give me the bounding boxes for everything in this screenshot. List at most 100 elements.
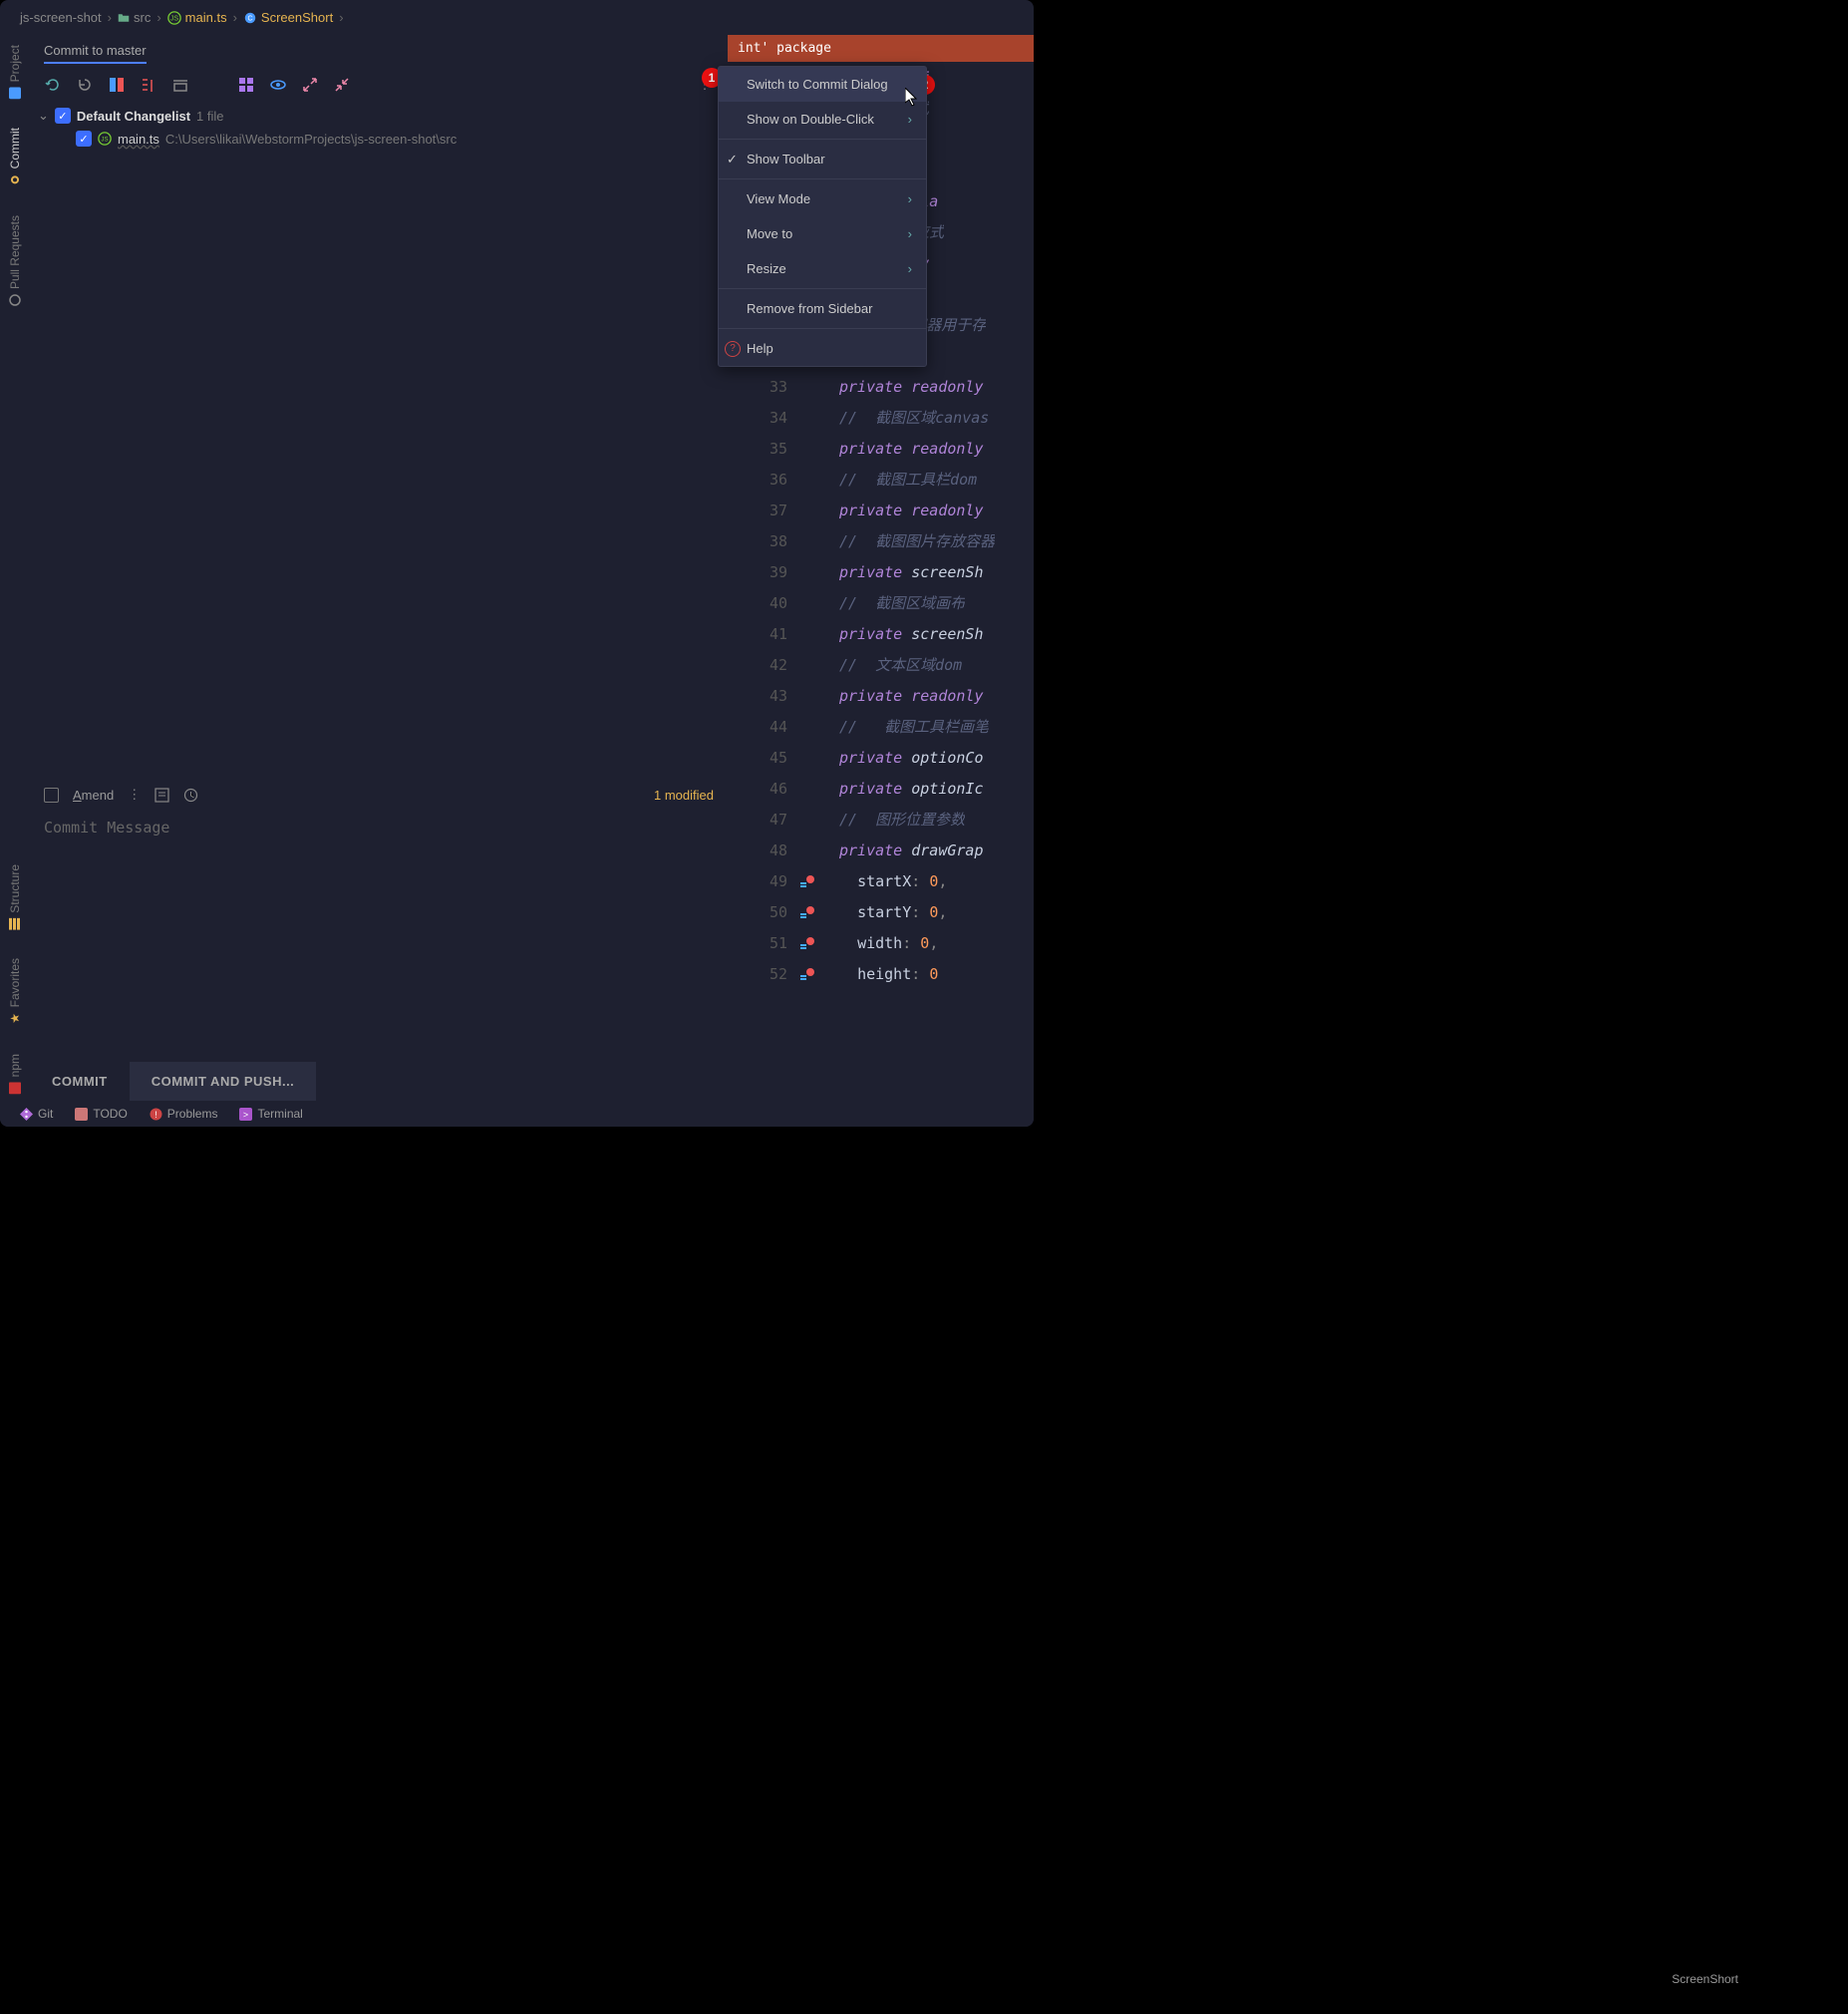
rail-commit[interactable]: Commit xyxy=(8,122,22,192)
code-line[interactable]: 49 startX: 0, xyxy=(728,865,1034,896)
code-line[interactable]: 44// 截图工具栏画笔 xyxy=(728,711,1034,742)
more-icon[interactable]: ⋮ xyxy=(128,787,141,803)
code-line[interactable]: 48private drawGrap xyxy=(728,835,1034,865)
code-text: private drawGrap xyxy=(821,841,984,859)
commit-button[interactable]: COMMIT xyxy=(30,1062,130,1101)
rail-structure[interactable]: Structure xyxy=(8,858,22,937)
gutter-icon xyxy=(797,936,817,950)
context-menu: Switch to Commit DialogShow on Double-Cl… xyxy=(718,66,927,367)
line-number: 35 xyxy=(728,440,797,458)
status-git[interactable]: Git xyxy=(20,1107,53,1121)
rail-pull-requests[interactable]: Pull Requests xyxy=(8,209,22,313)
git-icon xyxy=(20,1108,33,1121)
menu-item[interactable]: ✓Show Toolbar xyxy=(719,142,926,176)
chevron-down-icon[interactable]: ⌄ xyxy=(38,108,49,124)
menu-item[interactable]: Show on Double-Click› xyxy=(719,102,926,137)
rail-npm[interactable]: npm xyxy=(8,1048,22,1101)
code-line[interactable]: 40// 截图区域画布 xyxy=(728,587,1034,618)
status-problems[interactable]: ! Problems xyxy=(150,1107,218,1121)
expand-icon[interactable] xyxy=(301,76,319,94)
amend-checkbox[interactable] xyxy=(44,788,59,803)
refresh-icon[interactable] xyxy=(44,76,62,94)
history-icon[interactable] xyxy=(154,788,169,803)
code-line[interactable]: 37 private readonly xyxy=(728,495,1034,525)
menu-item-label: Show on Double-Click xyxy=(747,112,874,127)
help-icon: ? xyxy=(725,341,741,357)
code-line[interactable]: 45private optionCo xyxy=(728,742,1034,773)
menu-item[interactable]: View Mode› xyxy=(719,181,926,216)
breadcrumb-folder[interactable]: src xyxy=(118,10,151,25)
commit-icon xyxy=(8,173,22,187)
chevron-right-icon: › xyxy=(108,10,112,25)
menu-item-label: Resize xyxy=(747,261,786,276)
line-number: 33 xyxy=(728,378,797,396)
clock-icon[interactable] xyxy=(183,788,198,803)
gutter-icon xyxy=(797,967,817,981)
code-line[interactable]: 47// 图形位置参数 xyxy=(728,804,1034,835)
menu-item-label: View Mode xyxy=(747,191,810,206)
change-file-item[interactable]: ✓ JS main.ts C:\Users\likai\WebstormProj… xyxy=(38,128,720,150)
eye-icon[interactable] xyxy=(269,76,287,94)
code-text: // 截图区域canvas xyxy=(821,407,989,428)
menu-item[interactable]: ?Help xyxy=(719,331,926,366)
line-number: 49 xyxy=(728,872,797,890)
code-line[interactable]: 38// 截图图片存放容器 xyxy=(728,525,1034,556)
code-text: width: 0, xyxy=(821,934,938,952)
code-text: // 截图图片存放容器 xyxy=(821,530,995,551)
amend-label[interactable]: Amend xyxy=(73,788,114,803)
code-line[interactable]: 33private readonly xyxy=(728,371,1034,402)
line-number: 34 xyxy=(728,409,797,427)
checkbox-icon[interactable]: ✓ xyxy=(76,131,92,147)
rail-project[interactable]: Project xyxy=(8,39,22,106)
code-line[interactable]: 46private optionIc xyxy=(728,773,1034,804)
changelist: ⌄ ✓ Default Changelist 1 file ✓ JS main.… xyxy=(30,100,728,777)
menu-item[interactable]: Move to› xyxy=(719,216,926,251)
rollback-icon[interactable] xyxy=(76,76,94,94)
status-todo[interactable]: TODO xyxy=(75,1107,127,1121)
svg-text:JS: JS xyxy=(101,137,108,144)
shelve-icon[interactable] xyxy=(171,76,189,94)
group-icon[interactable] xyxy=(237,76,255,94)
code-line[interactable]: 41private screenSh xyxy=(728,618,1034,649)
menu-item[interactable]: Remove from Sidebar xyxy=(719,291,926,326)
code-line[interactable]: 50 startY: 0, xyxy=(728,896,1034,927)
breadcrumb-project[interactable]: js-screen-shot xyxy=(20,10,102,25)
code-line[interactable]: 35private readonly xyxy=(728,433,1034,464)
menu-item-label: Move to xyxy=(747,226,792,241)
code-text: startY: 0, xyxy=(821,903,947,921)
line-number: 43 xyxy=(728,687,797,705)
code-line[interactable]: 52 height: 0 xyxy=(728,958,1034,989)
menu-item[interactable]: Resize› xyxy=(719,251,926,286)
rail-favorites[interactable]: ★ Favorites xyxy=(8,952,22,1031)
status-bar: Git TODO ! Problems > Terminal xyxy=(0,1101,1034,1127)
line-number: 51 xyxy=(728,934,797,952)
code-line[interactable]: 43 private readonly xyxy=(728,680,1034,711)
commit-and-push-button[interactable]: COMMIT AND PUSH... xyxy=(130,1062,317,1101)
line-number: 36 xyxy=(728,471,797,489)
code-line[interactable]: 39private screenSh xyxy=(728,556,1034,587)
changelist-icon[interactable] xyxy=(140,76,157,94)
line-number: 37 xyxy=(728,502,797,519)
commit-message-input[interactable]: Commit Message xyxy=(30,813,728,1062)
status-terminal[interactable]: > Terminal xyxy=(239,1107,302,1121)
code-text: private readonly xyxy=(821,687,984,705)
code-line[interactable]: 51 width: 0, xyxy=(728,927,1034,958)
svg-text:JS: JS xyxy=(170,15,179,22)
gutter-icon xyxy=(797,874,817,888)
line-number: 47 xyxy=(728,811,797,829)
diff-icon[interactable] xyxy=(108,76,126,94)
code-line[interactable]: 34 // 截图区域canvas xyxy=(728,402,1034,433)
code-text: private readonly xyxy=(821,502,984,519)
breadcrumb-file[interactable]: JS main.ts xyxy=(167,10,227,25)
line-number: 45 xyxy=(728,749,797,767)
menu-item[interactable]: Switch to Commit Dialog xyxy=(719,67,926,102)
commit-buttons: COMMIT COMMIT AND PUSH... xyxy=(30,1062,728,1101)
checkbox-icon[interactable]: ✓ xyxy=(55,108,71,124)
code-line[interactable]: 36// 截图工具栏dom xyxy=(728,464,1034,495)
code-text: private screenSh xyxy=(821,563,984,581)
editor-banner: int' package xyxy=(728,35,1034,62)
breadcrumb-symbol[interactable]: C ScreenShort xyxy=(243,10,333,25)
code-line[interactable]: 42// 文本区域dom xyxy=(728,649,1034,680)
changelist-header[interactable]: ⌄ ✓ Default Changelist 1 file xyxy=(38,104,720,128)
collapse-icon[interactable] xyxy=(333,76,351,94)
